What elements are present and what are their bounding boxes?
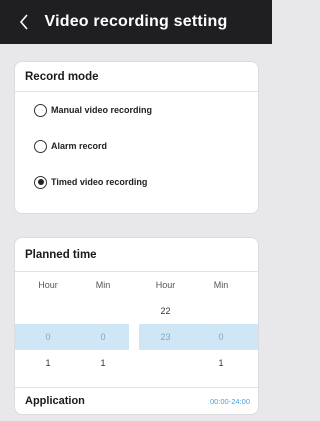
radio-button-icon[interactable] <box>34 103 47 117</box>
radio-button-icon[interactable] <box>34 139 47 153</box>
option-alarm-record[interactable]: Alarm record <box>15 128 258 164</box>
end-hour-selected[interactable]: 23 <box>139 332 192 342</box>
option-timed-video-recording[interactable]: Timed video recording <box>15 164 258 200</box>
application-label: Application <box>25 395 85 407</box>
back-button[interactable] <box>12 8 36 36</box>
picker-row: 1 1 1 <box>15 350 258 376</box>
option-manual-video-recording[interactable]: Manual video recording <box>15 92 258 128</box>
column-header-start-min: Min <box>95 280 111 290</box>
end-min-selected[interactable]: 0 <box>192 332 250 342</box>
radio-button-selected-icon[interactable] <box>34 175 47 189</box>
planned-time-card: Planned time Hour Min Hour Min 22 0 0 23… <box>14 237 259 415</box>
end-min-value[interactable]: 1 <box>192 358 250 368</box>
application-time-range: 00:00-24:00 <box>209 396 250 406</box>
end-hour-value[interactable]: 22 <box>139 306 192 316</box>
column-header-end-min: Min <box>213 280 229 290</box>
page-title: Video recording setting <box>44 13 228 30</box>
option-label: Manual video recording <box>51 105 153 115</box>
start-min-value[interactable]: 1 <box>77 358 129 368</box>
chevron-left-icon <box>19 14 28 30</box>
picker-header-row: Hour Min Hour Min <box>15 272 258 298</box>
start-hour-value[interactable]: 1 <box>15 358 77 368</box>
planned-time-title: Planned time <box>15 238 258 272</box>
record-mode-card: Record mode Manual video recording Alarm… <box>14 61 259 214</box>
column-header-end-hour: Hour <box>155 280 176 290</box>
top-bar: Video recording setting <box>0 0 272 44</box>
application-row[interactable]: Application 00:00-24:00 <box>15 387 258 414</box>
picker-selected-row: 0 0 23 0 <box>15 324 258 350</box>
option-label: Timed video recording <box>51 177 148 187</box>
column-header-start-hour: Hour <box>38 280 58 290</box>
start-min-selected[interactable]: 0 <box>77 332 129 342</box>
record-mode-title: Record mode <box>15 62 258 92</box>
option-label: Alarm record <box>51 141 108 151</box>
start-hour-selected[interactable]: 0 <box>15 332 77 342</box>
time-picker[interactable]: Hour Min Hour Min 22 0 0 23 0 1 1 1 <box>15 272 258 376</box>
picker-row: 22 <box>15 298 258 324</box>
